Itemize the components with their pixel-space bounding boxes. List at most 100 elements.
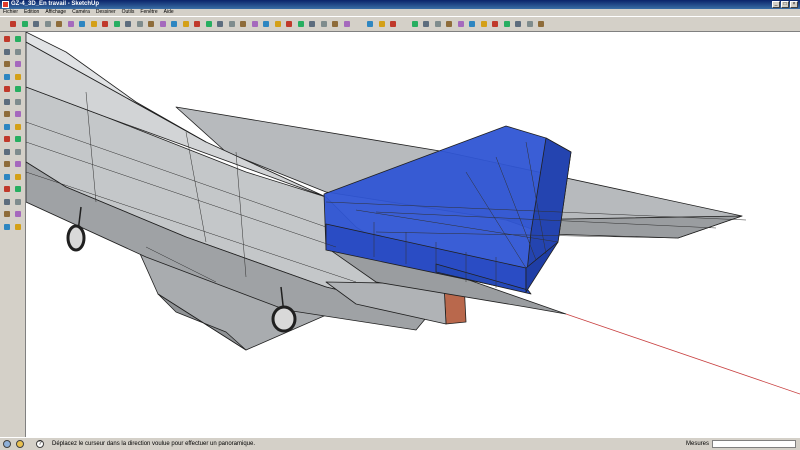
protractor-icon[interactable] [2, 147, 12, 157]
move-icon[interactable] [2, 97, 12, 107]
rotate-icon[interactable] [2, 109, 12, 119]
menu-dessiner[interactable]: Dessiner [93, 9, 119, 16]
offset-icon[interactable] [13, 122, 23, 132]
text-icon[interactable] [204, 19, 214, 29]
monochrome-icon[interactable] [536, 19, 546, 29]
zoom-icon[interactable] [250, 19, 260, 29]
move-icon[interactable] [100, 19, 110, 29]
tape-measure-icon[interactable] [2, 134, 12, 144]
position-camera-icon[interactable] [307, 19, 317, 29]
menu-edition[interactable]: Edition [21, 9, 42, 16]
component-icon[interactable] [13, 34, 23, 44]
measures-input[interactable] [712, 440, 796, 448]
section-plane-icon[interactable] [13, 222, 23, 232]
3d-text-icon[interactable] [13, 159, 23, 169]
hidden-line-icon[interactable] [502, 19, 512, 29]
rectangle-icon[interactable] [31, 19, 41, 29]
select-arrow-icon[interactable] [8, 19, 18, 29]
credits-icon[interactable] [16, 440, 24, 448]
geo-location-icon[interactable] [3, 440, 11, 448]
push-pull-icon[interactable] [13, 97, 23, 107]
maximize-icon[interactable]: □ [781, 1, 789, 8]
eraser-icon[interactable] [66, 19, 76, 29]
drawing-viewport[interactable] [26, 32, 800, 437]
paint-bucket-icon[interactable] [77, 19, 87, 29]
text-icon[interactable] [13, 147, 23, 157]
xray-icon[interactable] [479, 19, 489, 29]
polygon-icon[interactable] [2, 84, 12, 94]
offset-icon[interactable] [146, 19, 156, 29]
arc-icon[interactable] [54, 19, 64, 29]
section-plane-icon[interactable] [342, 19, 352, 29]
menu-bar: Fichier Edition Affichage Caméra Dessine… [0, 9, 800, 16]
component-icon[interactable] [365, 19, 375, 29]
pan-icon[interactable] [13, 172, 23, 182]
dimension-icon[interactable] [13, 134, 23, 144]
circle-icon[interactable] [2, 72, 12, 82]
follow-me-icon[interactable] [13, 109, 23, 119]
arc-icon[interactable] [13, 72, 23, 82]
scale-icon[interactable] [2, 122, 12, 132]
right-view-icon[interactable] [444, 19, 454, 29]
left-toolbar [0, 32, 26, 437]
minimize-icon[interactable]: _ [772, 1, 780, 8]
previous-view-icon[interactable] [2, 197, 12, 207]
pan-icon[interactable] [238, 19, 248, 29]
axes-icon[interactable] [181, 19, 191, 29]
zoom-window-icon[interactable] [261, 19, 271, 29]
zoom-window-icon[interactable] [13, 184, 23, 194]
follow-me-icon[interactable] [123, 19, 133, 29]
left-view-icon[interactable] [467, 19, 477, 29]
zoom-icon[interactable] [2, 184, 12, 194]
tape-measure-icon[interactable] [158, 19, 168, 29]
paint-bucket-icon[interactable] [2, 47, 12, 57]
back-view-icon[interactable] [456, 19, 466, 29]
iso-view-icon[interactable] [410, 19, 420, 29]
model-canvas[interactable] [26, 32, 800, 437]
position-camera-icon[interactable] [2, 209, 12, 219]
orbit-icon[interactable] [227, 19, 237, 29]
previous-view-icon[interactable] [284, 19, 294, 29]
menu-fichier[interactable]: Fichier [0, 9, 21, 16]
menu-camera[interactable]: Caméra [69, 9, 93, 16]
zoom-extents-icon[interactable] [273, 19, 283, 29]
select-icon[interactable] [2, 34, 12, 44]
menu-aide[interactable]: Aide [161, 9, 177, 16]
menu-fenetre[interactable]: Fenêtre [137, 9, 160, 16]
next-view-icon[interactable] [296, 19, 306, 29]
menu-outils[interactable]: Outils [119, 9, 138, 16]
line-icon[interactable] [13, 59, 23, 69]
close-icon[interactable]: × [790, 1, 798, 8]
front-view-icon[interactable] [433, 19, 443, 29]
look-around-icon[interactable] [330, 19, 340, 29]
walk-icon[interactable] [13, 209, 23, 219]
freehand-icon[interactable] [13, 84, 23, 94]
window-controls: _ □ × [772, 1, 798, 8]
push-pull-icon[interactable] [89, 19, 99, 29]
wireframe-icon[interactable] [490, 19, 500, 29]
zoom-extents-icon[interactable] [13, 197, 23, 207]
camera-icon[interactable] [388, 19, 398, 29]
walk-icon[interactable] [319, 19, 329, 29]
dimension-icon[interactable] [192, 19, 202, 29]
eraser-icon[interactable] [13, 47, 23, 57]
top-toolbar [0, 16, 800, 32]
rotate-icon[interactable] [112, 19, 122, 29]
protractor-icon[interactable] [169, 19, 179, 29]
help-icon[interactable]: ? [36, 440, 44, 448]
circle-icon[interactable] [43, 19, 53, 29]
axes-icon[interactable] [2, 159, 12, 169]
3d-text-icon[interactable] [215, 19, 225, 29]
group-icon[interactable] [377, 19, 387, 29]
rectangle-icon[interactable] [2, 59, 12, 69]
menu-affichage[interactable]: Affichage [42, 9, 69, 16]
shaded-icon[interactable] [513, 19, 523, 29]
sketchup-icon [2, 1, 9, 8]
scale-icon[interactable] [135, 19, 145, 29]
orbit-icon[interactable] [2, 172, 12, 182]
status-bar: ? Déplacez le curseur dans la direction … [0, 437, 800, 450]
top-view-icon[interactable] [421, 19, 431, 29]
pencil-icon[interactable] [20, 19, 30, 29]
shaded-texture-icon[interactable] [525, 19, 535, 29]
look-around-icon[interactable] [2, 222, 12, 232]
